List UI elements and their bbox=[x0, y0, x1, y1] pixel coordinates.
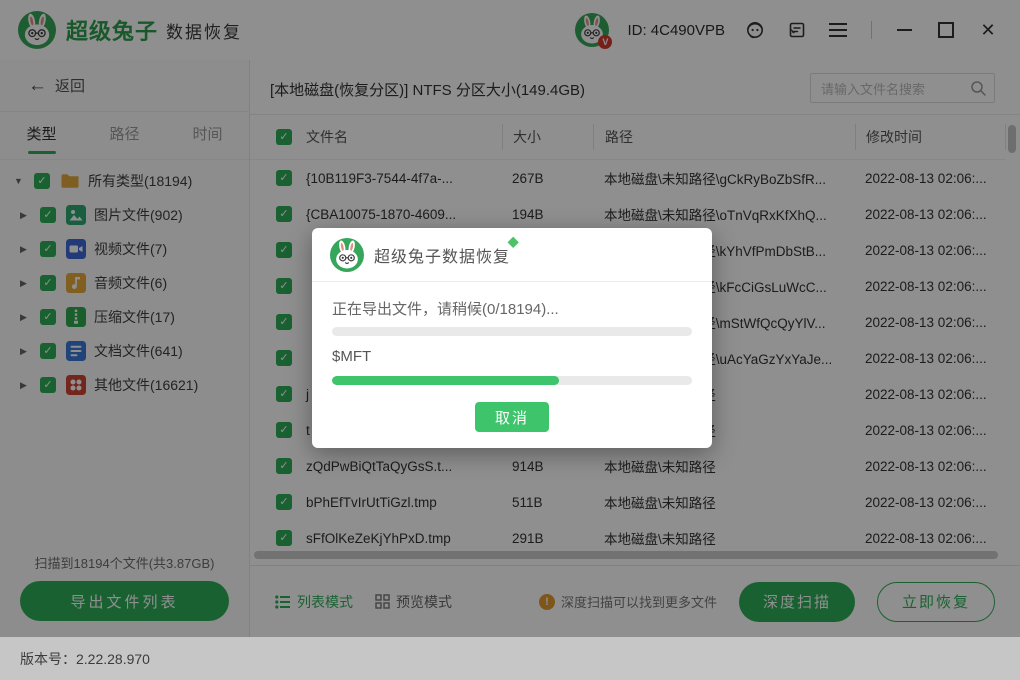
current-progress-bar bbox=[332, 376, 692, 385]
version-label: 版本号：2.22.28.970 bbox=[20, 649, 150, 669]
cancel-button[interactable]: 取消 bbox=[475, 402, 549, 432]
export-progress-dialog: 超级兔子数据恢复 正在导出文件，请稍候(0/18194)... $MFT 取消 bbox=[312, 228, 712, 448]
current-file-label: $MFT bbox=[332, 348, 371, 365]
current-progress-fill bbox=[332, 376, 559, 385]
dialog-header: 超级兔子数据恢复 bbox=[312, 228, 712, 282]
overall-progress-bar bbox=[332, 327, 692, 336]
dialog-rabbit-icon bbox=[330, 238, 364, 272]
dialog-title: 超级兔子数据恢复 bbox=[374, 243, 510, 267]
status-bar: 版本号：2.22.28.970 bbox=[0, 637, 1020, 680]
export-status-text: 正在导出文件，请稍候(0/18194)... bbox=[332, 298, 559, 319]
